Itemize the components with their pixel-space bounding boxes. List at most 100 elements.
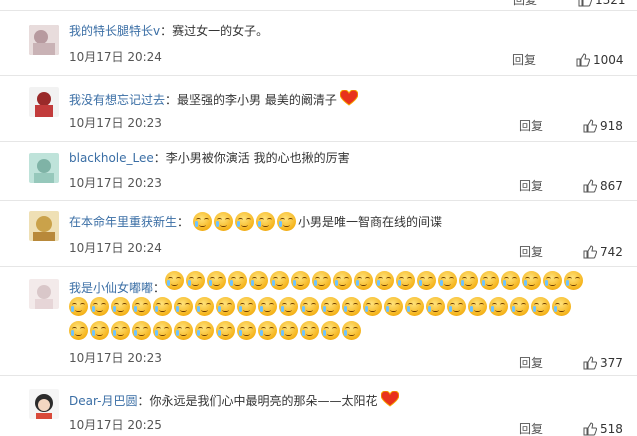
- crying-emoji-icon: [279, 297, 298, 316]
- crying-emoji-icon: [279, 321, 298, 340]
- crying-emoji-icon: [489, 297, 508, 316]
- reply-link[interactable]: 回复: [519, 179, 543, 193]
- emoji-group: [193, 212, 298, 231]
- reply-link[interactable]: 回复: [519, 245, 543, 259]
- thumbs-up-icon: [583, 245, 597, 259]
- comment-item: 我是小仙女嘟嘟： 10月17日 20:23 回复 377: [0, 267, 637, 376]
- crying-emoji-icon: [235, 212, 255, 231]
- crying-emoji-icon: [216, 297, 235, 316]
- comment-text: 最坚强的李小男 最美的阚清子: [177, 93, 337, 107]
- crying-emoji-icon: [522, 271, 541, 290]
- thumbs-up-icon: [583, 356, 597, 370]
- crying-emoji-icon: [193, 212, 213, 231]
- reply-link[interactable]: 回复: [512, 53, 536, 67]
- crying-emoji-icon: [111, 297, 130, 316]
- comment-line: Dear-月巴圆：你永远是我们心中最明亮的那朵——太阳花: [69, 391, 399, 409]
- reply-link[interactable]: 回复: [519, 119, 543, 133]
- emoji-group: [69, 320, 609, 341]
- crying-emoji-icon: [258, 297, 277, 316]
- comment-text: 赛过女一的女子。: [172, 24, 269, 38]
- comment-line: blackhole_Lee：李小男被你演活 我的心也揪的厉害: [69, 150, 350, 166]
- crying-emoji-icon: [216, 321, 235, 340]
- comment-item: Dear-月巴圆：你永远是我们心中最明亮的那朵——太阳花 10月17日 20:2…: [0, 376, 637, 436]
- like-count: 377: [600, 356, 623, 370]
- avatar[interactable]: [29, 389, 59, 419]
- colon: ：: [160, 24, 173, 38]
- username-link[interactable]: 在本命年里重获新生: [69, 214, 177, 230]
- crying-emoji-icon: [195, 297, 214, 316]
- crying-emoji-icon: [552, 297, 571, 316]
- crying-emoji-icon: [174, 321, 193, 340]
- avatar[interactable]: [29, 211, 59, 241]
- crying-emoji-icon: [153, 297, 172, 316]
- crying-emoji-icon: [132, 321, 151, 340]
- crying-emoji-icon: [237, 297, 256, 316]
- comment-line: 在本命年里重获新生： 小男是唯一智商在线的间谍: [69, 212, 442, 231]
- comment-item: 我没有想忘记过去：最坚强的李小男 最美的阚清子 10月17日 20:23 回复 …: [0, 76, 637, 142]
- crying-emoji-icon: [417, 271, 436, 290]
- crying-emoji-icon: [69, 297, 88, 316]
- username-link[interactable]: Dear-月巴圆: [69, 394, 137, 408]
- timestamp: 10月17日 20:23: [69, 351, 162, 365]
- avatar[interactable]: [29, 279, 59, 309]
- emoji-group: [165, 270, 605, 291]
- avatar[interactable]: [29, 25, 59, 55]
- like-count: 1004: [593, 53, 624, 67]
- like-button[interactable]: 918: [583, 119, 623, 133]
- timestamp: 10月17日 20:24: [69, 241, 162, 255]
- crying-emoji-icon: [207, 271, 226, 290]
- crying-emoji-icon: [90, 321, 109, 340]
- crying-emoji-icon: [312, 271, 331, 290]
- crying-emoji-icon: [300, 321, 319, 340]
- crying-emoji-icon: [90, 297, 109, 316]
- crying-emoji-icon: [153, 321, 172, 340]
- colon: ：: [153, 151, 166, 165]
- crying-emoji-icon: [186, 271, 205, 290]
- crying-emoji-icon: [165, 271, 184, 290]
- reply-link[interactable]: 回复: [513, 0, 537, 7]
- crying-emoji-icon: [258, 321, 277, 340]
- crying-emoji-icon: [342, 297, 361, 316]
- username-link[interactable]: 我的特长腿特长v: [69, 24, 160, 38]
- colon: ：: [153, 281, 166, 295]
- like-button[interactable]: 867: [583, 179, 623, 193]
- like-button[interactable]: 1321: [578, 0, 626, 7]
- avatar[interactable]: [29, 153, 59, 183]
- crying-emoji-icon: [249, 271, 268, 290]
- reply-link[interactable]: 回复: [519, 356, 543, 370]
- crying-emoji-icon: [291, 271, 310, 290]
- like-button[interactable]: 377: [583, 356, 623, 370]
- thumbs-up-icon: [583, 179, 597, 193]
- reply-link[interactable]: 回复: [519, 422, 543, 436]
- thumbs-up-icon: [583, 119, 597, 133]
- username-link[interactable]: 我没有想忘记过去: [69, 93, 165, 107]
- thumbs-up-icon: [583, 422, 597, 436]
- crying-emoji-icon: [543, 271, 562, 290]
- crying-emoji-icon: [228, 271, 247, 290]
- username-link[interactable]: 我是小仙女嘟嘟: [69, 281, 153, 295]
- comment-text: 你永远是我们心中最明亮的那朵——太阳花: [149, 394, 378, 408]
- timestamp: 10月17日 20:23: [69, 116, 162, 130]
- comment-text: 小男是唯一智商在线的间谍: [298, 214, 443, 229]
- like-button[interactable]: 1004: [576, 53, 624, 67]
- crying-emoji-icon: [270, 271, 289, 290]
- crying-emoji-icon: [426, 297, 445, 316]
- crying-emoji-icon: [405, 297, 424, 316]
- timestamp: 10月17日 20:25: [69, 418, 162, 432]
- heart-emoji-icon: [339, 90, 358, 106]
- heart-emoji-icon: [380, 391, 399, 407]
- crying-emoji-icon: [480, 271, 499, 290]
- username-link[interactable]: blackhole_Lee: [69, 151, 154, 165]
- crying-emoji-icon: [333, 271, 352, 290]
- like-button[interactable]: 742: [583, 245, 623, 259]
- comment-line: 我没有想忘记过去：最坚强的李小男 最美的阚清子: [69, 90, 358, 108]
- comment-item: 在本命年里重获新生： 小男是唯一智商在线的间谍 10月17日 20:24 回复 …: [0, 201, 637, 267]
- crying-emoji-icon: [354, 271, 373, 290]
- colon: ：: [137, 394, 150, 408]
- avatar[interactable]: [29, 87, 59, 117]
- timestamp: 10月17日 20:23: [69, 176, 162, 190]
- crying-emoji-icon: [531, 297, 550, 316]
- like-button[interactable]: 518: [583, 422, 623, 436]
- colon: ：: [177, 214, 190, 229]
- crying-emoji-icon: [564, 271, 583, 290]
